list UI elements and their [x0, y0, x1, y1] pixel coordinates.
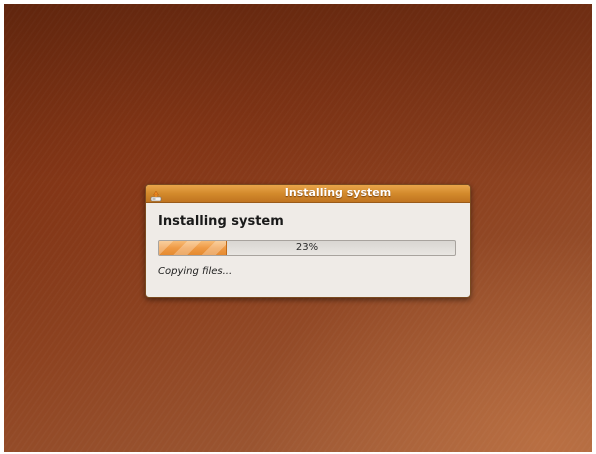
status-text: Copying files...: [158, 266, 233, 277]
install-progress-dialog: Installing system Installing system 23% …: [145, 184, 471, 298]
progress-label: 23%: [295, 242, 319, 253]
dialog-heading: Installing system: [158, 214, 284, 229]
progress-bar: 23%: [158, 240, 456, 256]
window-title: Installing system: [284, 186, 392, 199]
window-titlebar[interactable]: Installing system: [146, 185, 470, 203]
